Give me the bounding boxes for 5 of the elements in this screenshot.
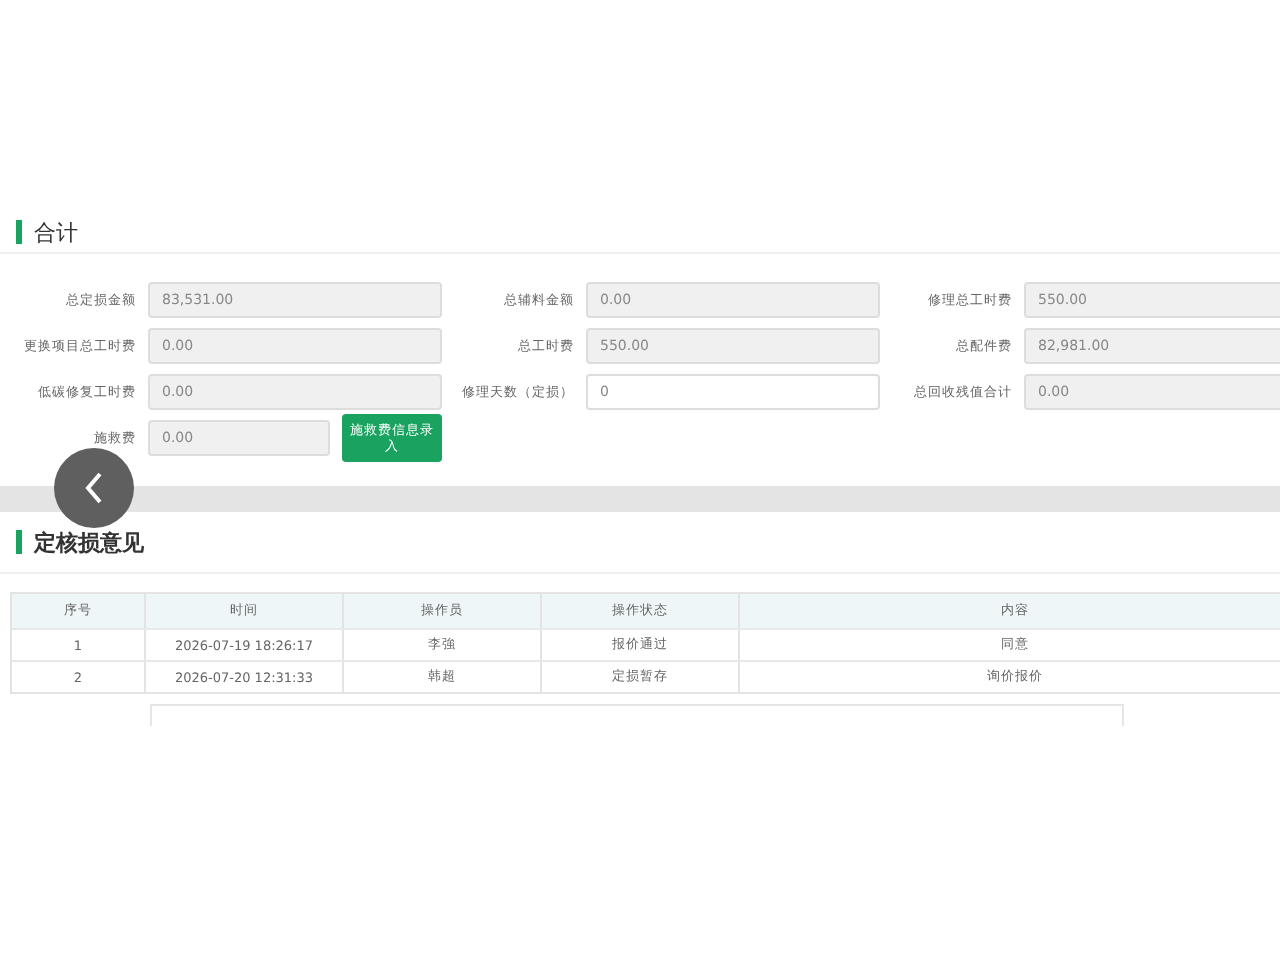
- section-title: 合计: [34, 217, 78, 247]
- chevron-left-icon: [82, 472, 106, 504]
- comment-field[interactable]: [150, 704, 1124, 726]
- back-button[interactable]: [54, 448, 134, 528]
- section-title: 定核损意见: [34, 527, 144, 557]
